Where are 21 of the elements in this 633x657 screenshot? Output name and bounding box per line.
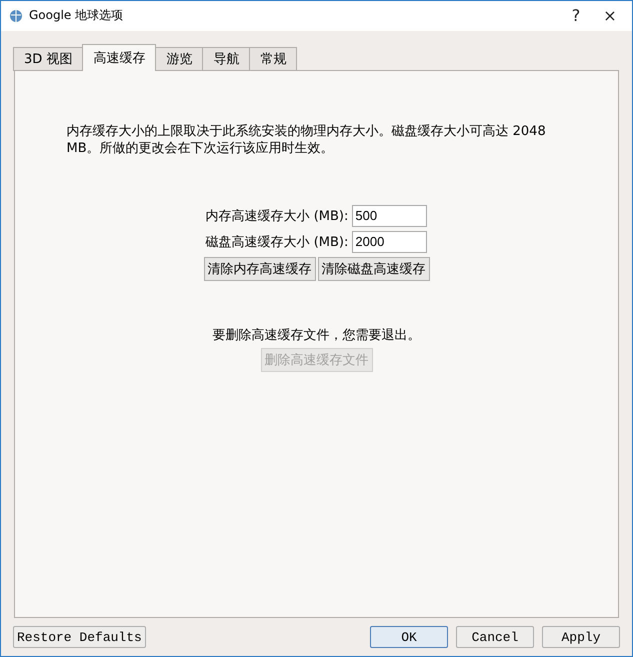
tab[interactable]: 高速缓存 — [82, 44, 156, 71]
field-label: 磁盘高速缓存大小 (MB): — [206, 234, 348, 251]
tab[interactable]: 3D 视图 — [13, 46, 84, 71]
note-text: 要删除高速缓存文件，您需要退出。 — [212, 326, 420, 344]
dialog-button[interactable]: OK — [370, 626, 448, 648]
field-label: 内存高速缓存大小 (MB): — [206, 208, 348, 225]
input-field[interactable]: 2000 — [352, 230, 428, 253]
close-button[interactable]: × — [596, 6, 624, 26]
input-field[interactable]: 500 — [352, 204, 428, 227]
clear-cache-button[interactable]: 清除内存高速缓存 — [204, 256, 316, 281]
restore-defaults-button[interactable]: Restore Defaults — [13, 626, 146, 648]
description-text: 内存缓存大小的上限取决于此系统安装的物理内存大小。磁盘缓存大小可高达 2048 MB。所做的更改会在下次运行该应用时生效。 — [66, 122, 547, 157]
tab[interactable]: 导航 — [202, 46, 250, 71]
help-button[interactable]: ? — [562, 6, 590, 26]
tab[interactable]: 常规 — [249, 46, 298, 71]
clear-cache-button[interactable]: 清除磁盘高速缓存 — [318, 256, 430, 281]
dialog-button[interactable]: Cancel — [456, 626, 534, 648]
window-title: Google 地球选项 — [29, 7, 124, 24]
globe-icon — [9, 8, 23, 23]
tab[interactable]: 游览 — [155, 46, 204, 71]
dialog-button[interactable]: Apply — [542, 626, 620, 648]
